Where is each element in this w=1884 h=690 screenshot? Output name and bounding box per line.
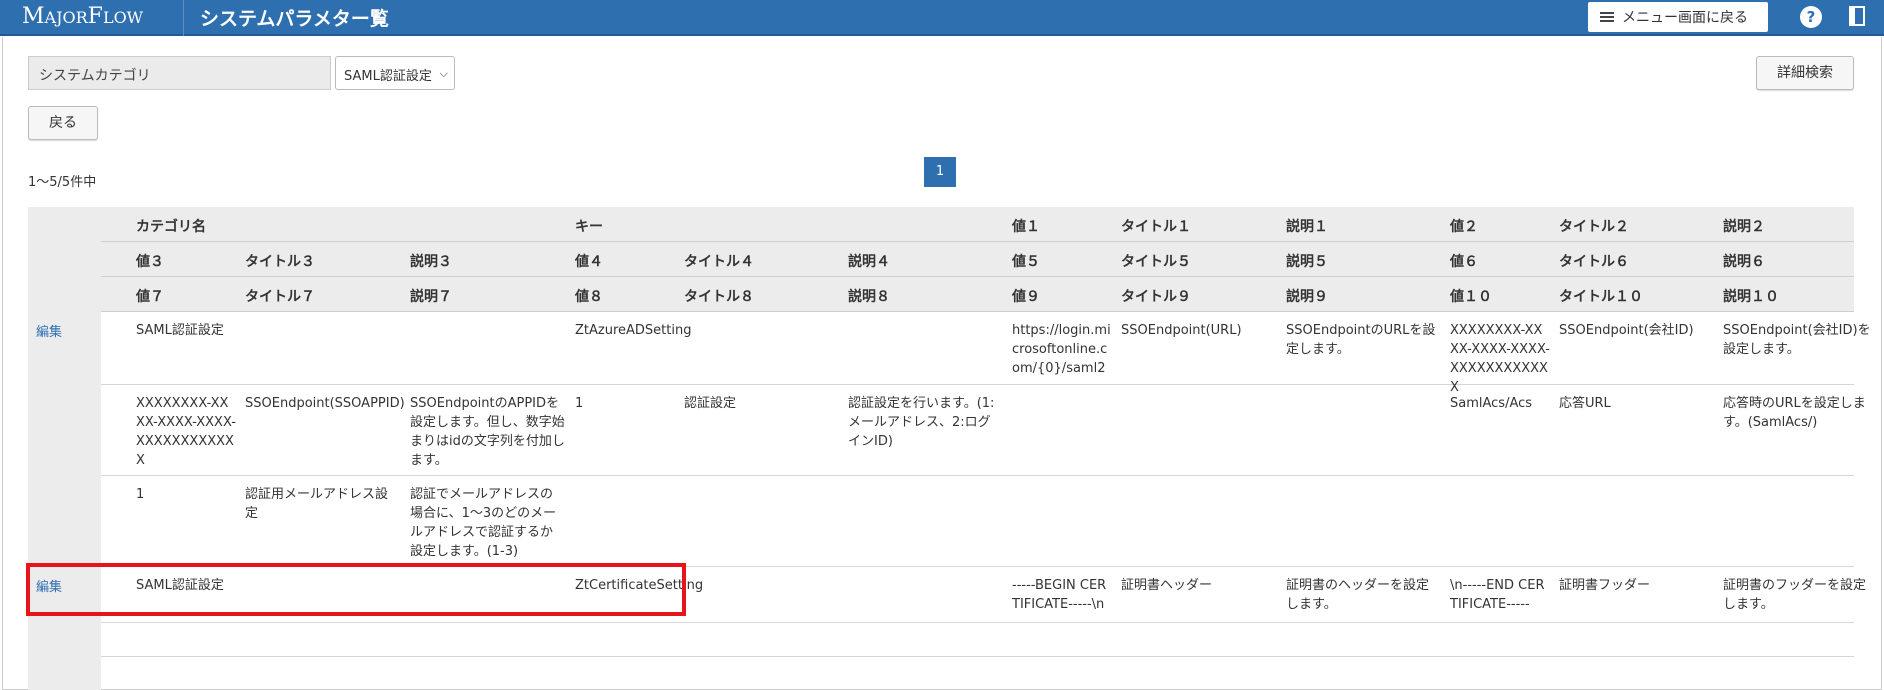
table-cell: SSOEndpointのURLを設定します。 <box>1286 323 1436 357</box>
table-cell: SSOEndpoint(会社ID) <box>1559 323 1694 338</box>
table-cell: 1 <box>575 396 584 411</box>
table-cell: SSOEndpoint(会社ID)を設定します。 <box>1723 323 1871 357</box>
back-button[interactable]: 戻る <box>28 106 98 140</box>
col-header: 説明７ <box>410 289 452 305</box>
col-header: 値１０ <box>1450 289 1492 305</box>
table-cell: SSOEndpointのAPPIDを設定します。但し、数字始まりはidの文字列を… <box>410 396 565 468</box>
top-bar: MAJORFLOW システムパラメター覧 メニュー画面に戻る ? <box>0 0 1884 36</box>
manual-book-icon[interactable] <box>1849 6 1865 26</box>
col-header: 値４ <box>575 254 603 270</box>
col-header: 説明８ <box>848 289 890 305</box>
col-header: タイトル９ <box>1121 289 1191 305</box>
table-cell: 応答時のURLを設定します。(SamlAcs/) <box>1723 396 1866 430</box>
table-row: XXXXXXXX-XXXX-XXXX-XXXX-XXXXXXXXXXXX SSO… <box>101 385 1866 476</box>
page-1-button[interactable]: 1 <box>924 157 956 187</box>
table-cell: -----BEGIN CERTIFICATE-----\n <box>1012 578 1107 612</box>
help-icon[interactable]: ? <box>1800 6 1822 28</box>
table-cell: XXXXXXXX-XXXX-XXXX-XXXX-XXXXXXXXXXXX <box>136 396 236 468</box>
table-row <box>101 623 1854 657</box>
col-header: 説明１ <box>1286 219 1328 235</box>
col-header: 値２ <box>1450 219 1478 235</box>
col-header: 説明６ <box>1723 254 1765 270</box>
header-row-3: 値７ タイトル７ 説明７ 値８ タイトル８ 説明８ 値９ タイトル９ 説明９ 値… <box>101 277 1854 312</box>
table-cell: 応答URL <box>1559 396 1611 411</box>
header-row-2: 値３ タイトル３ 説明３ 値４ タイトル４ 説明４ 値５ タイトル５ 説明５ 値… <box>101 242 1854 277</box>
col-header: 値３ <box>136 254 164 270</box>
col-header: 説明４ <box>848 254 890 270</box>
result-count: 1～5/5件中 <box>28 175 97 190</box>
hamburger-icon <box>1600 10 1614 24</box>
col-header: カテゴリ名 <box>136 219 206 235</box>
table-row: SAML認証設定 ZtAzureADSetting https://login.… <box>101 312 1871 395</box>
table-cell: 認証設定 <box>684 396 737 411</box>
col-header: 説明３ <box>410 254 452 270</box>
col-header: 値８ <box>575 289 603 305</box>
highlight-box <box>26 563 686 616</box>
col-header: 値１ <box>1012 219 1040 235</box>
chevron-down-icon: ⌵ <box>439 67 448 80</box>
col-header: 値６ <box>1450 254 1478 270</box>
col-header: タイトル５ <box>1121 254 1191 270</box>
table-cell: 認証でメールアドレスの場合に、1～3のどのメールアドレスで認証するか設定します。… <box>410 487 557 559</box>
majorflow-logo: MAJORFLOW <box>22 4 144 29</box>
col-header: タイトル２ <box>1559 219 1629 235</box>
col-header: 値９ <box>1012 289 1040 305</box>
table-cell: 認証設定を行います。(1:メールアドレス、2:ログインID) <box>848 396 995 449</box>
table-cell: https://login.microsoftonline.com/{0}/sa… <box>1012 323 1111 376</box>
table-cell: SSOEndpoint(SSOAPPID) <box>245 396 405 411</box>
detail-search-button[interactable]: 詳細検索 <box>1756 56 1854 90</box>
table-cell: SamlAcs/Acs <box>1450 396 1533 411</box>
table-cell: 1 <box>136 487 145 502</box>
col-header: タイトル４ <box>684 254 754 270</box>
col-header: タイトル３ <box>245 254 315 270</box>
category-label: システムカテゴリ <box>28 56 331 90</box>
col-header: タイトル８ <box>684 289 754 305</box>
category-select-value: SAML認証設定 <box>344 69 432 84</box>
table-cell: 証明書のヘッダーを設定します。 <box>1286 578 1430 612</box>
col-header: 値５ <box>1012 254 1040 270</box>
menu-return-label: メニュー画面に戻る <box>1622 10 1748 26</box>
header-row-1: カテゴリ名 キー 値１ タイトル１ 説明１ 値２ タイトル２ 説明２ <box>101 207 1854 242</box>
page-title: システムパラメター覧 <box>200 8 389 30</box>
table-cell: 認証用メールアドレス設定 <box>245 487 389 521</box>
parameter-table: カテゴリ名 キー 値１ タイトル１ 説明１ 値２ タイトル２ 説明２ 値３ タイ… <box>28 207 1871 690</box>
table-cell: 証明書ヘッダー <box>1121 578 1213 593</box>
col-header: タイトル１０ <box>1559 289 1643 305</box>
col-header: タイトル７ <box>245 289 315 305</box>
col-header: 説明１０ <box>1723 289 1779 305</box>
table-row: 1 認証用メールアドレス設定 認証でメールアドレスの場合に、1～3のどのメールア… <box>101 476 1854 567</box>
table-cell: ZtAzureADSetting <box>575 323 692 338</box>
table-cell: SSOEndpoint(URL) <box>1121 323 1242 338</box>
col-header: 説明９ <box>1286 289 1328 305</box>
logo-divider <box>183 0 184 36</box>
table-cell: 証明書フッダー <box>1559 578 1651 593</box>
col-header: タイトル１ <box>1121 219 1191 235</box>
col-header: タイトル６ <box>1559 254 1629 270</box>
category-select[interactable]: SAML認証設定 ⌵ <box>335 56 455 90</box>
edit-gutter <box>28 207 101 690</box>
edit-link[interactable]: 編集 <box>36 321 62 340</box>
table-cell: 証明書のフッダーを設定します。 <box>1723 578 1867 612</box>
table-cell: SAML認証設定 <box>136 323 224 338</box>
col-header: 説明５ <box>1286 254 1328 270</box>
col-header: キー <box>575 219 603 235</box>
col-header: 値７ <box>136 289 164 305</box>
menu-return-button[interactable]: メニュー画面に戻る <box>1588 2 1768 32</box>
col-header: 説明２ <box>1723 219 1765 235</box>
table-cell: \n-----END CERTIFICATE----- <box>1450 578 1545 612</box>
